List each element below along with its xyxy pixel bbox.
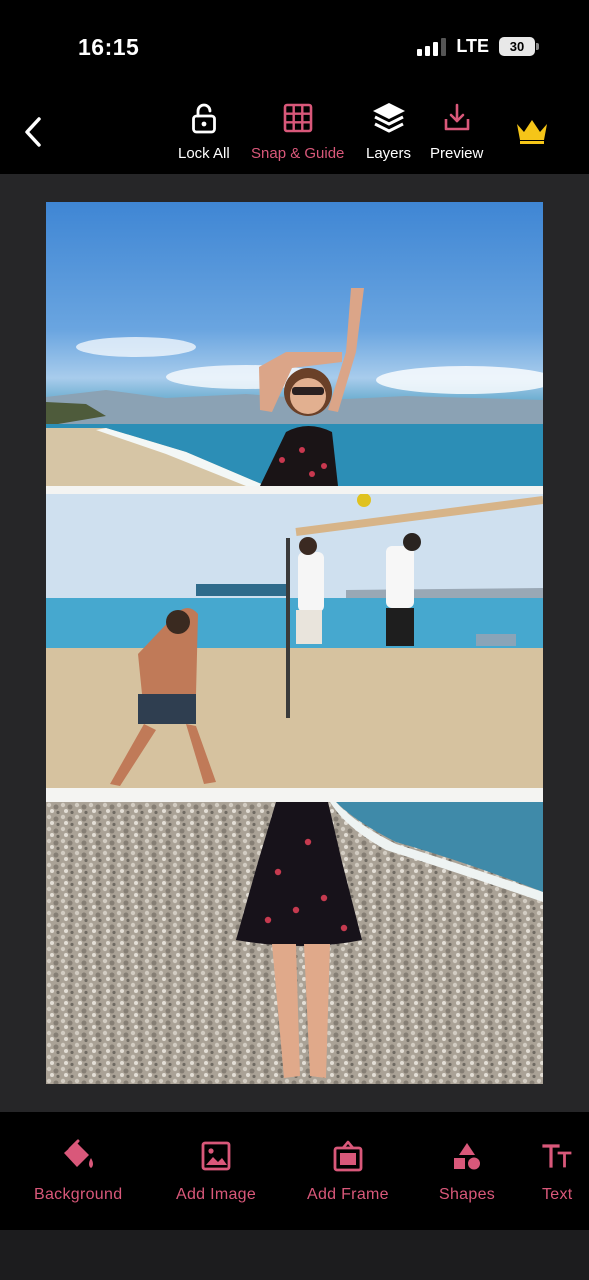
back-button[interactable]: [18, 112, 48, 152]
preview-button[interactable]: Preview: [430, 100, 483, 162]
lock-all-button[interactable]: Lock All: [178, 100, 230, 162]
grid-icon: [283, 103, 313, 133]
pebble-beach-image: [46, 802, 543, 1084]
add-image-button[interactable]: Add Image: [176, 1138, 256, 1204]
background-button[interactable]: Background: [34, 1138, 122, 1204]
lock-all-label: Lock All: [178, 145, 230, 162]
background-label: Background: [34, 1186, 123, 1203]
beach-scene-image: [46, 288, 543, 486]
battery-icon: 30: [499, 37, 539, 56]
shapes-button[interactable]: Shapes: [439, 1138, 495, 1204]
volleyball-scene-image: [46, 494, 543, 788]
snap-guide-label: Snap & Guide: [251, 145, 345, 162]
paint-bucket-icon: [64, 1139, 94, 1168]
text-icon: [542, 1144, 572, 1168]
photo-woman-beach[interactable]: [46, 202, 543, 486]
status-indicators: LTE 30: [417, 36, 539, 57]
status-time: 16:15: [78, 34, 140, 60]
unlock-icon: [191, 103, 216, 134]
add-image-label: Add Image: [176, 1186, 257, 1203]
home-indicator-area: [0, 1230, 589, 1280]
premium-button[interactable]: [514, 116, 550, 146]
layers-icon: [372, 103, 405, 133]
photo-volleyball[interactable]: [46, 494, 543, 788]
snap-guide-button[interactable]: Snap & Guide: [251, 100, 344, 162]
download-icon: [444, 103, 469, 131]
image-icon: [201, 1141, 231, 1171]
canvas-area: [0, 174, 589, 1112]
add-frame-label: Add Frame: [307, 1186, 389, 1203]
battery-level: 30: [499, 37, 535, 56]
photo-woman-dress[interactable]: [46, 802, 543, 1084]
shapes-label: Shapes: [439, 1186, 496, 1203]
collage-canvas[interactable]: [46, 202, 543, 1084]
shapes-icon: [454, 1143, 481, 1170]
frame-icon: [333, 1140, 363, 1172]
bottom-toolbar: Background Add Image Add Frame Shapes Te…: [0, 1112, 589, 1230]
preview-label: Preview: [430, 145, 484, 162]
network-label: LTE: [456, 36, 489, 56]
signal-icon: [417, 37, 447, 56]
layers-label: Layers: [366, 145, 412, 162]
chevron-left-icon: [25, 117, 41, 147]
layers-button[interactable]: Layers: [366, 100, 411, 162]
top-toolbar: Lock All Snap & Guide Layers Preview: [0, 90, 589, 174]
text-label: Text: [542, 1186, 573, 1203]
add-frame-button[interactable]: Add Frame: [307, 1138, 389, 1204]
text-button[interactable]: Text: [542, 1138, 573, 1204]
crown-icon: [517, 120, 547, 144]
status-bar: 16:15 LTE 30: [0, 0, 589, 90]
